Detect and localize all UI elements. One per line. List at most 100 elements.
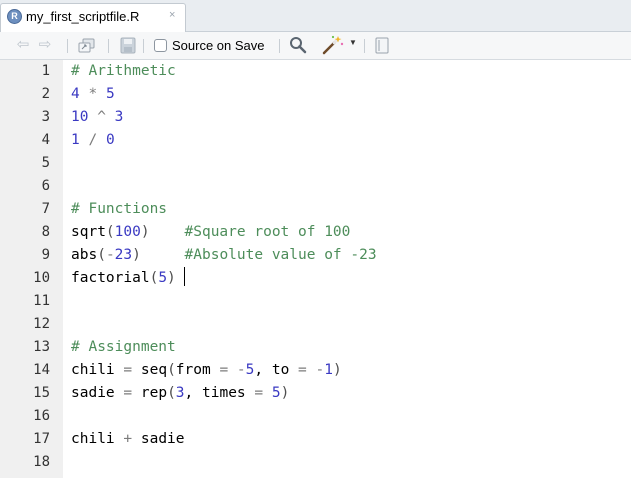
toolbar-divider xyxy=(143,39,144,53)
code-line[interactable]: 18 xyxy=(0,451,631,474)
close-icon[interactable]: × xyxy=(169,9,175,21)
code-line[interactable]: 13 # Assignment xyxy=(0,336,631,359)
line-number: 15 xyxy=(33,385,50,401)
code-line[interactable]: 6 xyxy=(0,175,631,198)
toolbar-divider xyxy=(279,39,280,53)
magic-wand-icon[interactable] xyxy=(321,35,345,55)
line-number: 2 xyxy=(41,86,50,102)
code-token: ) xyxy=(132,247,141,263)
toolbar-divider xyxy=(364,39,365,53)
code-text: # Functions xyxy=(71,198,167,221)
source-on-save-checkbox[interactable] xyxy=(154,39,167,52)
back-arrow-icon[interactable]: ⇦ xyxy=(15,36,31,54)
code-text: 1 / 0 xyxy=(71,129,115,152)
line-number: 12 xyxy=(33,316,50,332)
line-number: 8 xyxy=(41,224,50,240)
code-token: ( xyxy=(149,270,159,286)
line-number: 5 xyxy=(41,155,50,171)
code-line[interactable]: 12 xyxy=(0,313,631,336)
code-token: ) xyxy=(280,385,290,401)
code-line[interactable]: 11 xyxy=(0,290,631,313)
compile-report-icon[interactable] xyxy=(374,37,390,55)
code-token: ) xyxy=(333,362,342,378)
code-line[interactable]: 5 xyxy=(0,152,631,175)
line-number: 13 xyxy=(33,339,50,355)
forward-arrow-icon[interactable]: ⇨ xyxy=(37,36,53,54)
code-editor[interactable]: 1 # Arithmetic 2 4 * 5 3 10 ^ 341 / 0 5 6 7 # Fun… xyxy=(0,60,631,478)
code-line[interactable]: 9 abs(-23) #Absolute value of -23 xyxy=(0,244,631,267)
code-line[interactable]: 14 chili = seq(from = -5, to = -1) xyxy=(0,359,631,382)
code-token: from xyxy=(175,362,211,378)
search-icon[interactable] xyxy=(289,36,307,54)
code-line[interactable]: 16 xyxy=(0,405,631,428)
code-number: 1 xyxy=(71,132,80,148)
code-token: chili xyxy=(71,362,115,378)
code-number: 23 xyxy=(114,247,133,263)
code-number: 100 xyxy=(114,224,141,240)
code-line[interactable]: 3 10 ^ 3 xyxy=(0,106,631,129)
code-text: 10 ^ 3 xyxy=(71,106,123,129)
code-number: 1 xyxy=(324,362,333,378)
code-token: times xyxy=(202,385,246,401)
code-token: ( xyxy=(167,362,176,378)
line-number: 10 xyxy=(33,270,50,286)
code-token: - xyxy=(315,362,325,378)
code-line[interactable]: 10 factorial(5) xyxy=(0,267,631,290)
code-token: - xyxy=(105,247,115,263)
line-number: 4 xyxy=(41,132,50,148)
code-line[interactable]: 8 sqrt(100) #Square root of 100 xyxy=(0,221,631,244)
code-number: 10 xyxy=(71,109,89,125)
code-comment: #Absolute value of -23 xyxy=(184,247,377,263)
line-number: 7 xyxy=(41,201,50,217)
code-token: seq xyxy=(140,362,168,378)
editor-toolbar: ⇦ ⇨ Source on Save ▼ xyxy=(0,32,631,60)
code-token: ) xyxy=(167,270,176,286)
editor-tab-bar: R my_first_scriptfile.R × xyxy=(0,0,631,32)
code-number: 0 xyxy=(105,132,115,148)
code-token: - xyxy=(236,362,246,378)
line-number: 3 xyxy=(41,109,50,125)
code-token: , xyxy=(184,385,202,401)
code-text: chili + sadie xyxy=(71,428,185,451)
code-text: sqrt(100) #Square root of 100 xyxy=(71,221,350,244)
code-comment: # Functions xyxy=(71,201,168,217)
code-text: factorial(5) xyxy=(71,267,186,290)
tab-title: my_first_scriptfile.R xyxy=(26,9,140,24)
code-number: 5 xyxy=(158,270,168,286)
code-token: = xyxy=(114,362,141,378)
code-token: ( xyxy=(167,385,176,401)
code-text: chili = seq(from = -5, to = -1) xyxy=(71,359,342,382)
code-comment: # Assignment xyxy=(71,339,176,355)
code-line[interactable]: 17 chili + sadie xyxy=(0,428,631,451)
code-line[interactable]: 7 # Functions xyxy=(0,198,631,221)
code-token: + xyxy=(114,431,141,447)
code-token: sqrt xyxy=(71,224,106,240)
line-number: 6 xyxy=(41,178,50,194)
code-token: = xyxy=(114,385,141,401)
code-text: # Arithmetic xyxy=(71,60,176,83)
code-number: 5 xyxy=(271,385,281,401)
tab-my-first-scriptfile[interactable]: R my_first_scriptfile.R × xyxy=(0,3,186,32)
show-in-new-window-icon[interactable] xyxy=(78,38,96,56)
code-line[interactable]: 4 1 / 0 xyxy=(0,129,631,152)
save-icon[interactable] xyxy=(120,37,136,55)
code-line[interactable]: 15 sadie = rep(3, times = 5) xyxy=(0,382,631,405)
code-line[interactable]: 2 4 * 5 xyxy=(0,83,631,106)
code-token: sadie xyxy=(140,431,185,447)
code-text: sadie = rep(3, times = 5) xyxy=(71,382,289,405)
code-token: ( xyxy=(105,224,115,240)
code-number: 3 xyxy=(114,109,124,125)
line-number: 1 xyxy=(41,63,50,79)
code-token: / xyxy=(79,132,106,148)
source-on-save-label: Source on Save xyxy=(172,38,265,53)
code-token: = xyxy=(210,362,237,378)
code-text: # Assignment xyxy=(71,336,176,359)
line-number: 11 xyxy=(33,293,50,309)
chevron-down-icon[interactable]: ▼ xyxy=(349,38,357,47)
code-number: 3 xyxy=(175,385,185,401)
code-text: 4 * 5 xyxy=(71,83,115,106)
code-comment: #Square root of 100 xyxy=(184,224,351,240)
code-line[interactable]: 1 # Arithmetic xyxy=(0,60,631,83)
